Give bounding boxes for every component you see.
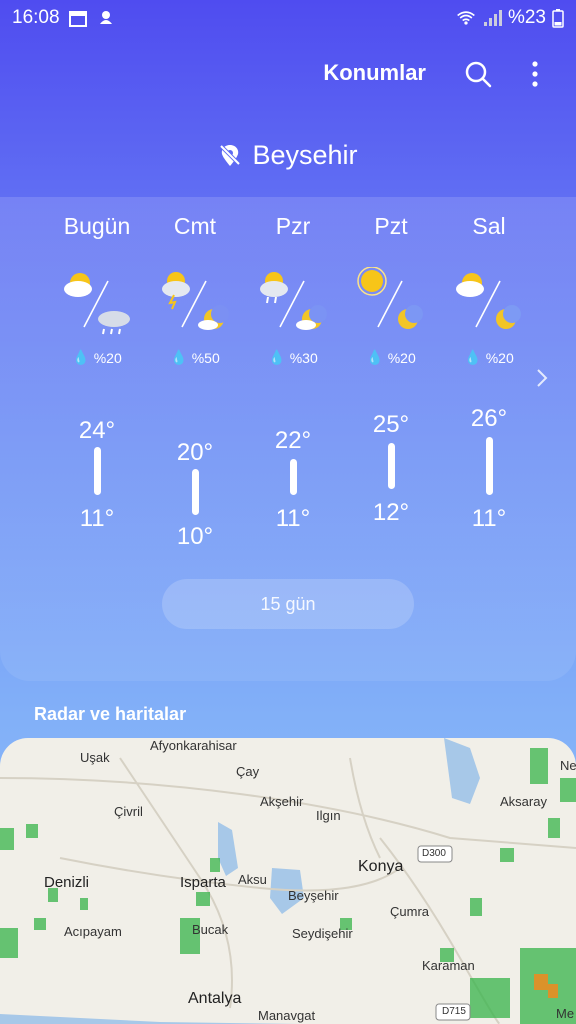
day-name: Pzt <box>374 213 408 239</box>
more-options-icon[interactable] <box>530 60 540 88</box>
temp-range-bar <box>94 447 101 495</box>
map-label: Bucak <box>192 922 229 937</box>
forecast-icon <box>260 272 327 330</box>
map-label: Ne <box>560 758 576 773</box>
drop-icon: 💧 <box>170 349 188 365</box>
map-label: Manavgat <box>258 1008 316 1023</box>
temp-low: 12° <box>372 499 410 526</box>
fifteen-day-button[interactable]: 15 gün <box>162 579 414 629</box>
partly-cloudy-icon <box>64 273 92 297</box>
map-label: Acıpayam <box>64 924 122 939</box>
drop-icon: 💧 <box>366 349 384 365</box>
thunderstorm-icon <box>162 272 190 310</box>
map-label: Afyonkarahisar <box>150 738 237 753</box>
weather-notification-icon <box>99 11 112 24</box>
forecast-icon <box>64 273 130 335</box>
day-name: Sal <box>472 213 506 239</box>
moon-icon <box>398 305 423 329</box>
wifi-icon <box>457 11 475 25</box>
temp-high: 26° <box>470 405 508 432</box>
map-label: Beyşehir <box>288 888 339 903</box>
map-label: Aksu <box>238 872 267 887</box>
calendar-notification-icon <box>68 11 87 27</box>
map-label: Denizli <box>44 874 90 891</box>
day-name: Pzr <box>275 213 311 239</box>
radar-map[interactable]: Uşak Afyonkarahisar Çay Akşehir Ilgın Ak… <box>0 738 576 1024</box>
moon-cloud-icon <box>296 305 327 330</box>
map-label: Çumra <box>390 904 430 919</box>
map-label: Me <box>556 1006 575 1021</box>
day-name: Cmt <box>173 213 217 239</box>
map-label: Ilgın <box>316 808 341 823</box>
temp-high: 25° <box>372 411 410 438</box>
rain-chance: 💧 %20 <box>72 349 122 366</box>
map-label: Karaman <box>422 958 475 973</box>
temp-high: 22° <box>274 427 312 454</box>
location-name: Beysehir <box>252 140 358 170</box>
moon-cloud-icon <box>198 305 229 330</box>
map-label: Isparta <box>180 874 226 891</box>
rain-chance: 💧 %30 <box>268 349 318 366</box>
battery-level: %23 <box>507 7 546 28</box>
temp-range-bar <box>388 443 395 489</box>
temp-high: 20° <box>176 439 214 466</box>
location-header[interactable]: Beysehir <box>0 140 576 171</box>
signal-icon <box>483 10 502 26</box>
map-label: Uşak <box>80 750 110 765</box>
map-label: Aksaray <box>500 794 547 809</box>
map-label: Çivril <box>114 804 143 819</box>
sun-icon <box>357 267 387 296</box>
status-time: 16:08 <box>12 7 60 28</box>
map-label: Konya <box>358 858 404 875</box>
map-label: Akşehir <box>260 794 304 809</box>
moon-icon <box>496 305 521 329</box>
temp-low: 11° <box>275 505 311 532</box>
temp-range-bar <box>486 437 493 495</box>
location-off-icon <box>220 144 241 166</box>
forecast-card: Bugün 💧 %20 24° 11° Cmt 💧 %50 20° 10° Pzr … <box>0 197 576 681</box>
map-label: Antalya <box>188 990 242 1007</box>
map-label: Seydişehir <box>292 926 353 941</box>
radar-section-title: Radar ve haritalar <box>34 704 187 724</box>
battery-icon <box>552 9 564 28</box>
map-label: Çay <box>236 764 260 779</box>
day-name: Bugün <box>63 213 131 239</box>
forecast-icon <box>456 273 521 329</box>
temp-range-bar <box>290 459 297 495</box>
drop-icon: 💧 <box>464 349 482 365</box>
partly-cloudy-icon <box>456 273 484 297</box>
temp-range-bar <box>192 469 199 515</box>
sun-rain-icon <box>260 272 288 304</box>
rain-chance: 💧 %50 <box>170 349 220 366</box>
status-bar: 16:08 %23 <box>0 0 576 36</box>
drop-icon: 💧 <box>72 349 90 365</box>
forecast-icon <box>162 272 229 330</box>
map-label: D300 <box>422 848 446 859</box>
map-label: D715 <box>442 1006 466 1017</box>
temp-low: 11° <box>79 505 115 532</box>
temp-high: 24° <box>78 417 116 444</box>
cloud-rain-icon <box>98 311 130 335</box>
rain-chance: 💧 %20 <box>464 349 514 366</box>
forecast-icon <box>357 267 423 329</box>
rain-chance: 💧 %20 <box>366 349 416 366</box>
locations-button[interactable]: Konumlar <box>323 60 426 86</box>
temp-low: 10° <box>176 523 214 550</box>
search-icon[interactable] <box>464 60 492 88</box>
drop-icon: 💧 <box>268 349 286 365</box>
app-bar: Konumlar <box>0 50 576 98</box>
temp-low: 11° <box>471 505 507 532</box>
chevron-right-icon[interactable] <box>534 367 550 389</box>
